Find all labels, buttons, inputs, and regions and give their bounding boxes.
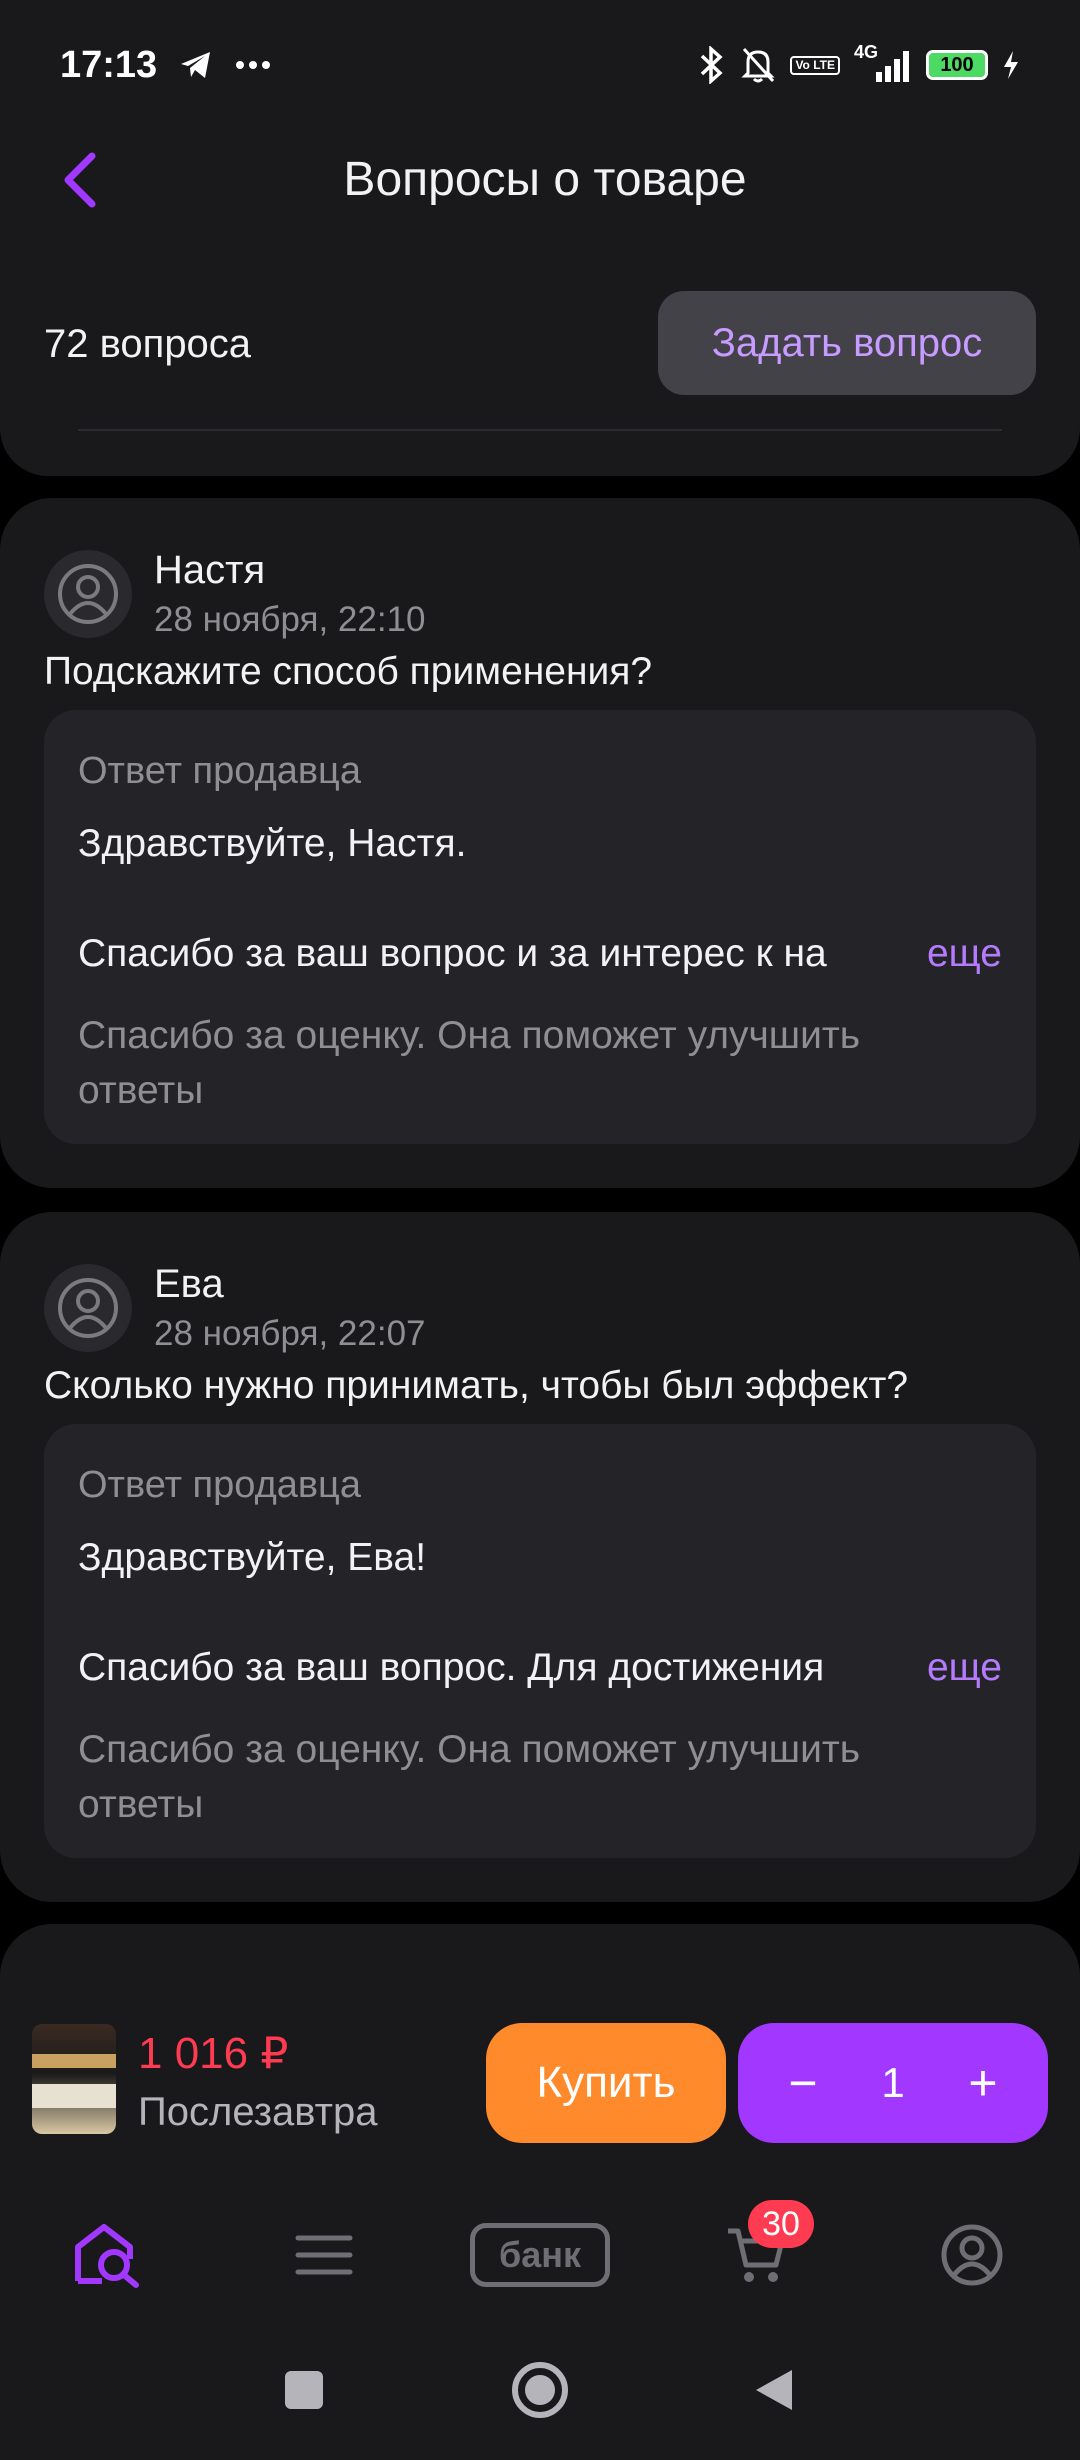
nav-catalog[interactable] — [284, 2220, 364, 2290]
nav-bank[interactable]: банк — [468, 2220, 612, 2290]
quantity-stepper: − 1 + — [738, 2023, 1048, 2143]
signal-icon: 4G — [854, 42, 912, 82]
battery-icon: 100 — [926, 50, 988, 80]
question-date: 28 ноября, 22:07 — [154, 1314, 426, 1353]
bluetooth-icon — [698, 46, 726, 84]
user-icon — [58, 1278, 118, 1338]
recent-apps-button[interactable] — [264, 2350, 344, 2430]
volte-icon: Vo LTE — [790, 55, 840, 75]
question-count: 72 вопроса — [44, 322, 252, 366]
cart-badge: 30 — [748, 2200, 814, 2248]
question-card: Ева 28 ноября, 22:07 Сколько нужно прини… — [0, 1212, 1080, 1902]
answer-preview: Спасибо за ваш вопрос и за интерес к на — [78, 932, 827, 975]
buy-button[interactable]: Купить — [486, 2023, 726, 2143]
profile-icon — [941, 2224, 1003, 2286]
bell-muted-icon — [740, 46, 776, 84]
charging-icon — [1002, 50, 1020, 80]
answer-greeting: Здравствуйте, Ева! — [78, 1536, 427, 1579]
product-price: 1 016 ₽ — [138, 2029, 289, 2078]
ask-question-button[interactable]: Задать вопрос — [658, 291, 1036, 395]
rating-prompt: Спасибо за оценку. Она поможет улучшить … — [78, 1014, 861, 1112]
quantity-value: 1 — [881, 2059, 905, 2106]
bank-label: банк — [498, 2234, 582, 2275]
buy-bar: 1 016 ₽ Послезавтра Купить − 1 + — [0, 1990, 1080, 2190]
rating-prompt: Спасибо за оценку. Она поможет улучшить … — [78, 1728, 861, 1826]
increase-quantity-button[interactable]: + — [958, 2058, 1008, 2108]
back-nav-button[interactable] — [734, 2350, 814, 2430]
nav-home[interactable] — [68, 2220, 148, 2290]
telegram-icon — [179, 50, 213, 80]
answer-title: Ответ продавца — [78, 1464, 361, 1506]
menu-icon — [295, 2235, 353, 2275]
question-author: Ева — [154, 1262, 224, 1306]
answer-preview: Спасибо за ваш вопрос. Для достижения — [78, 1646, 825, 1689]
bank-icon: банк — [470, 2223, 610, 2287]
square-icon — [285, 2371, 323, 2409]
question-card: Настя 28 ноября, 22:10 Подскажите способ… — [0, 498, 1080, 1188]
answer-title: Ответ продавца — [78, 750, 361, 792]
system-navigation — [0, 2320, 1080, 2460]
product-thumbnail[interactable] — [32, 2024, 116, 2134]
question-date: 28 ноября, 22:10 — [154, 600, 426, 639]
circle-icon — [512, 2362, 568, 2418]
home-button[interactable] — [500, 2350, 580, 2430]
question-author: Настя — [154, 548, 266, 592]
seller-answer: Ответ продавца Здравствуйте, Настя. Спас… — [44, 710, 1036, 1144]
bottom-navigation: банк 30 — [0, 2190, 1080, 2320]
question-text: Сколько нужно принимать, чтобы был эффек… — [44, 1364, 909, 1407]
more-notifications-icon — [235, 60, 271, 70]
decrease-quantity-button[interactable]: − — [778, 2058, 828, 2108]
avatar — [44, 550, 132, 638]
show-more-link[interactable]: еще — [922, 1646, 1002, 1690]
status-bar: 17:13 Vo LTE 4G 100 — [0, 0, 1080, 130]
answer-greeting: Здравствуйте, Настя. — [78, 822, 467, 865]
triangle-back-icon — [756, 2370, 792, 2410]
header-panel: 17:13 Vo LTE 4G 100 Вопросы о товаре 72 … — [0, 0, 1080, 476]
question-text: Подскажите способ применения? — [44, 650, 653, 693]
delivery-date: Послезавтра — [138, 2090, 378, 2134]
show-more-link[interactable]: еще — [922, 932, 1002, 976]
user-icon — [58, 564, 118, 624]
divider — [78, 429, 1002, 431]
status-time: 17:13 — [60, 43, 158, 86]
page-title: Вопросы о товаре — [343, 153, 747, 206]
nav-profile[interactable] — [932, 2220, 1012, 2290]
network-type-label: 4G — [854, 42, 879, 62]
seller-answer: Ответ продавца Здравствуйте, Ева! Спасиб… — [44, 1424, 1036, 1858]
home-search-icon — [75, 2224, 139, 2288]
avatar — [44, 1264, 132, 1352]
